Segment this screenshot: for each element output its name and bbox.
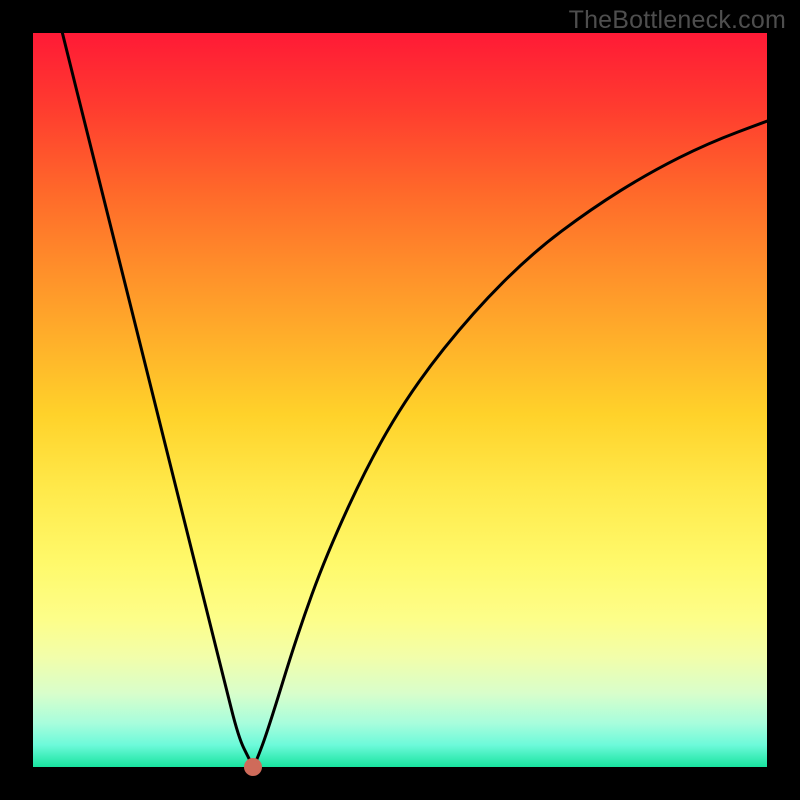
watermark-text: TheBottleneck.com (569, 6, 786, 35)
minimum-marker (244, 758, 262, 776)
plot-area (33, 33, 767, 767)
chart-frame: TheBottleneck.com (0, 0, 800, 800)
bottleneck-curve-path (62, 33, 767, 765)
curve-svg (33, 33, 767, 767)
